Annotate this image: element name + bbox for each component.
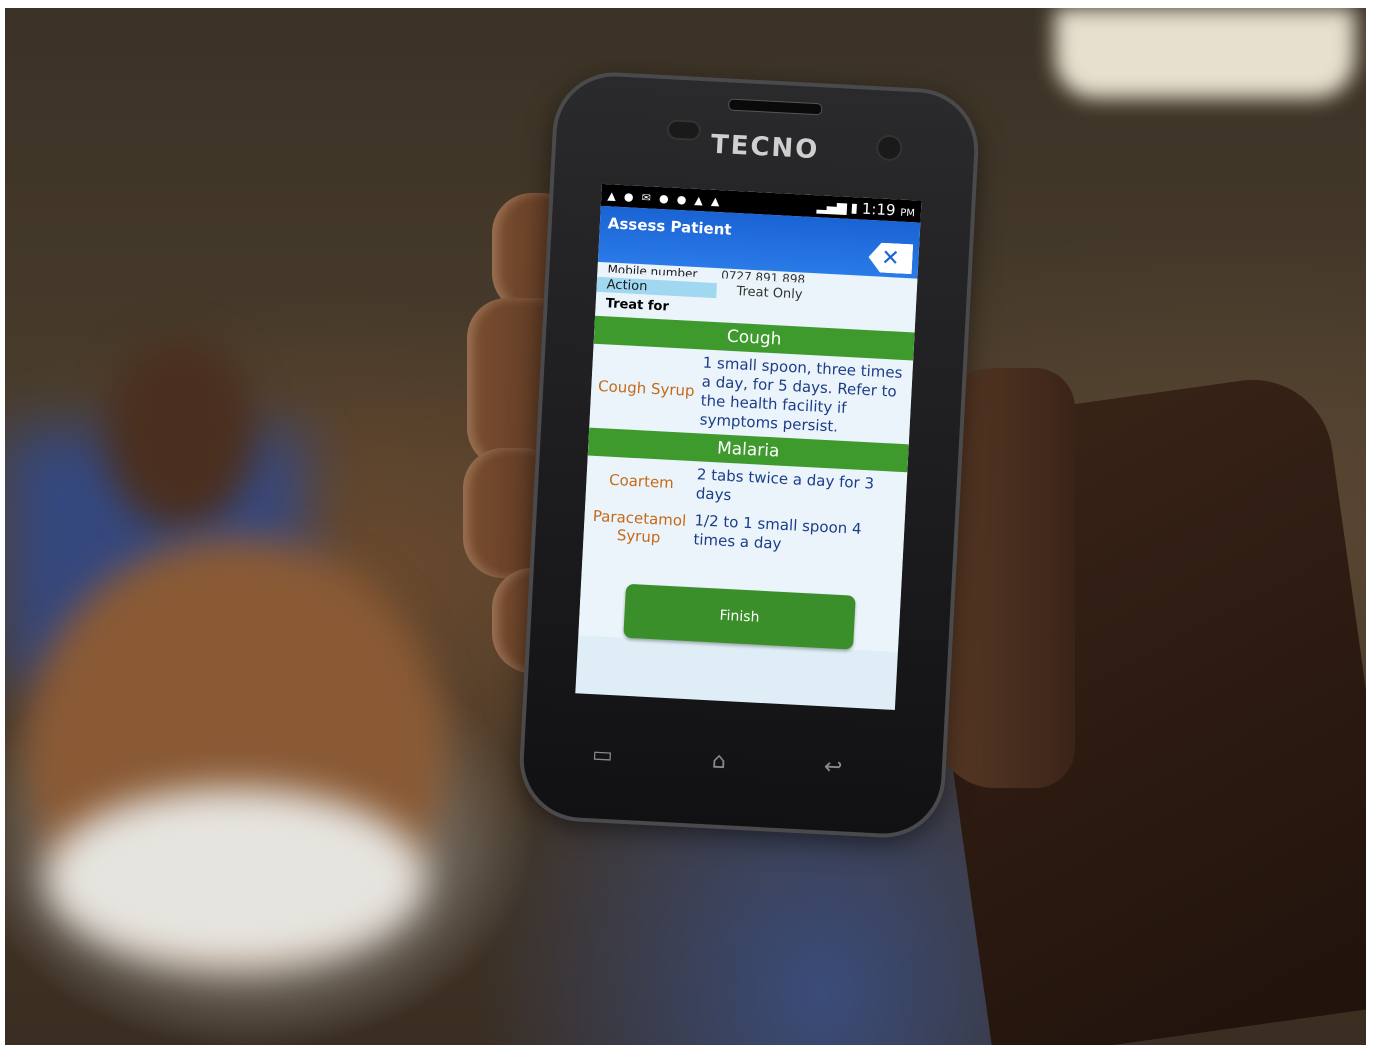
signal-icon: ▂▄▆ (816, 198, 848, 216)
phone-screen: ▲ ● ✉ ● ● ▲ ▲ ▂▄▆ ▮ 1:19 PM Assess Patie… (575, 183, 922, 710)
finish-button[interactable]: Finish (623, 583, 856, 650)
phone-device: TECNO ▲ ● ✉ ● ● ▲ ▲ ▂▄▆ ▮ 1:19 PM Assess… (520, 73, 978, 837)
battery-icon: ▮ (850, 200, 859, 216)
action-value: Treat Only (736, 283, 803, 303)
warning-icon: ▲ (694, 193, 704, 207)
page-title: Assess Patient (607, 214, 732, 239)
clock: 1:19 PM (861, 199, 916, 220)
runner-icon: ● (623, 189, 634, 204)
warning-icon: ▲ (607, 188, 617, 203)
finish-wrap: Finish (578, 547, 902, 652)
notification-icons: ▲ ● ✉ ● ● ▲ ▲ (607, 188, 724, 209)
blurred-baby-cloth (45, 788, 425, 968)
recent-apps-icon[interactable]: ▭ (591, 742, 613, 768)
medication-name: Cough Syrup (597, 377, 696, 401)
status-right: ▂▄▆ ▮ 1:19 PM (816, 197, 915, 220)
blurred-person-head (105, 338, 255, 528)
action-label: Action (596, 276, 717, 298)
back-icon[interactable]: ↩ (823, 754, 843, 780)
mail-icon: ✉ (641, 190, 652, 205)
warning-icon: ▲ (710, 194, 720, 208)
medication-name: Coartem (608, 470, 675, 493)
medication-name: Paracetamol Syrup (592, 506, 687, 547)
home-icon[interactable]: ⌂ (711, 748, 726, 774)
medication-dose: 1/2 to 1 small spoon 4 times a day (693, 511, 863, 553)
runner-icon: ● (676, 192, 687, 206)
runner-icon: ● (658, 191, 669, 205)
medication-dose: 1 small spoon, three times a day, for 5 … (699, 353, 903, 436)
blurred-lamp (1055, 8, 1355, 98)
medication-dose: 2 tabs twice a day for 3 days (695, 465, 875, 505)
assessment-content[interactable]: Mobile number 0727 891 898 Action Treat … (578, 261, 918, 653)
earpiece-speaker (728, 98, 823, 116)
close-icon: ✕ (880, 245, 901, 272)
clear-button[interactable]: ✕ (868, 242, 914, 274)
phone-brand: TECNO (710, 129, 821, 166)
